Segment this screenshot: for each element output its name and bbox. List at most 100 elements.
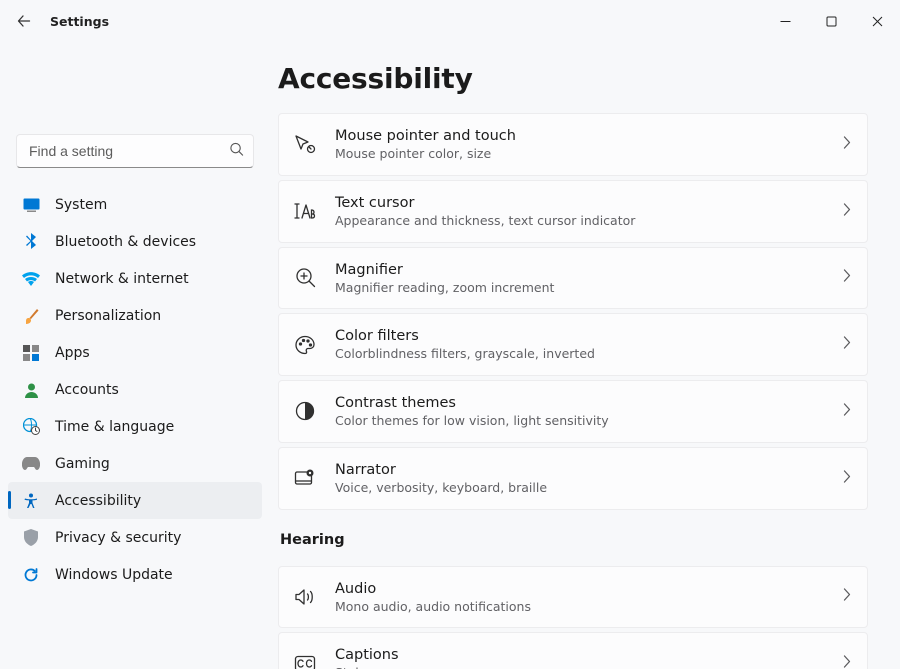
audio-icon [293,585,317,609]
card-title: Color filters [335,327,843,345]
card-text: Color filters Colorblindness filters, gr… [335,327,843,362]
card-text-cursor[interactable]: Text cursor Appearance and thickness, te… [278,180,868,243]
card-text: Audio Mono audio, audio notifications [335,580,843,615]
card-sub: Color themes for low vision, light sensi… [335,413,843,429]
nav-personalization[interactable]: Personalization [8,297,262,334]
back-button[interactable] [4,1,44,41]
card-contrast[interactable]: Contrast themes Color themes for low vis… [278,380,868,443]
nav-label: Network & internet [55,271,189,287]
main: Accessibility Mouse pointer and touch Mo… [270,42,900,669]
card-text: Mouse pointer and touch Mouse pointer co… [335,127,843,162]
card-title: Magnifier [335,261,843,279]
nav-label: Accounts [55,382,119,398]
minimize-button[interactable] [762,5,808,37]
person-icon [22,381,40,399]
palette-icon [293,333,317,357]
hearing-group: Audio Mono audio, audio notifications Ca… [278,566,868,669]
arrow-left-icon [16,13,32,29]
nav-network[interactable]: Network & internet [8,260,262,297]
app-title: Settings [50,14,109,29]
card-sub: Appearance and thickness, text cursor in… [335,213,843,229]
card-text: Narrator Voice, verbosity, keyboard, bra… [335,461,843,496]
nav-list: System Bluetooth & devices Network & int… [8,186,262,593]
nav-label: Personalization [55,308,161,324]
update-icon [22,566,40,584]
close-icon [872,16,883,27]
nav-system[interactable]: System [8,186,262,223]
card-text: Magnifier Magnifier reading, zoom increm… [335,261,843,296]
globe-clock-icon [22,418,40,436]
card-title: Contrast themes [335,394,843,412]
narrator-icon [293,466,317,490]
apps-icon [22,344,40,362]
nav-apps[interactable]: Apps [8,334,262,371]
card-color-filters[interactable]: Color filters Colorblindness filters, gr… [278,313,868,376]
search-wrap [16,134,254,168]
nav-label: Windows Update [55,567,173,583]
nav-accounts[interactable]: Accounts [8,371,262,408]
card-title: Captions [335,646,843,664]
mouse-pointer-icon [293,132,317,156]
search-input[interactable] [16,134,254,168]
card-magnifier[interactable]: Magnifier Magnifier reading, zoom increm… [278,247,868,310]
nav-label: Time & language [55,419,174,435]
card-title: Text cursor [335,194,843,212]
chevron-right-icon [843,136,851,153]
magnifier-icon [293,266,317,290]
card-narrator[interactable]: Narrator Voice, verbosity, keyboard, bra… [278,447,868,510]
card-sub: Voice, verbosity, keyboard, braille [335,480,843,496]
minimize-icon [780,16,791,27]
nav-gaming[interactable]: Gaming [8,445,262,482]
card-captions[interactable]: Captions Styles [278,632,868,669]
bluetooth-icon [22,233,40,251]
shield-icon [22,529,40,547]
section-heading-hearing: Hearing [278,532,868,548]
nav-label: Bluetooth & devices [55,234,196,250]
card-title: Mouse pointer and touch [335,127,843,145]
chevron-right-icon [843,655,851,669]
system-icon [22,196,40,214]
chevron-right-icon [843,588,851,605]
card-sub: Mono audio, audio notifications [335,599,843,615]
card-audio[interactable]: Audio Mono audio, audio notifications [278,566,868,629]
nav-label: Apps [55,345,90,361]
nav-accessibility[interactable]: Accessibility [8,482,262,519]
maximize-button[interactable] [808,5,854,37]
nav-bluetooth[interactable]: Bluetooth & devices [8,223,262,260]
paintbrush-icon [22,307,40,325]
close-button[interactable] [854,5,900,37]
nav-privacy[interactable]: Privacy & security [8,519,262,556]
titlebar: Settings [0,0,900,42]
chevron-right-icon [843,336,851,353]
nav-update[interactable]: Windows Update [8,556,262,593]
card-sub: Styles [335,665,843,669]
card-mouse-pointer[interactable]: Mouse pointer and touch Mouse pointer co… [278,113,868,176]
page-title: Accessibility [278,62,868,95]
chevron-right-icon [843,203,851,220]
nav-label: System [55,197,107,213]
chevron-right-icon [843,403,851,420]
card-sub: Colorblindness filters, grayscale, inver… [335,346,843,362]
nav-time[interactable]: Time & language [8,408,262,445]
caption-buttons [762,5,900,37]
nav-label: Privacy & security [55,530,181,546]
gamepad-icon [22,455,40,473]
card-sub: Magnifier reading, zoom increment [335,280,843,296]
vision-group: Mouse pointer and touch Mouse pointer co… [278,113,868,510]
chevron-right-icon [843,470,851,487]
nav-label: Gaming [55,456,110,472]
search-icon [229,142,244,161]
nav-label: Accessibility [55,493,141,509]
card-text: Text cursor Appearance and thickness, te… [335,194,843,229]
accessibility-icon [22,492,40,510]
captions-icon [293,652,317,669]
text-cursor-icon [293,199,317,223]
maximize-icon [826,16,837,27]
card-title: Audio [335,580,843,598]
card-text: Captions Styles [335,646,843,669]
contrast-icon [293,399,317,423]
sidebar: System Bluetooth & devices Network & int… [0,42,270,669]
card-title: Narrator [335,461,843,479]
card-sub: Mouse pointer color, size [335,146,843,162]
card-text: Contrast themes Color themes for low vis… [335,394,843,429]
